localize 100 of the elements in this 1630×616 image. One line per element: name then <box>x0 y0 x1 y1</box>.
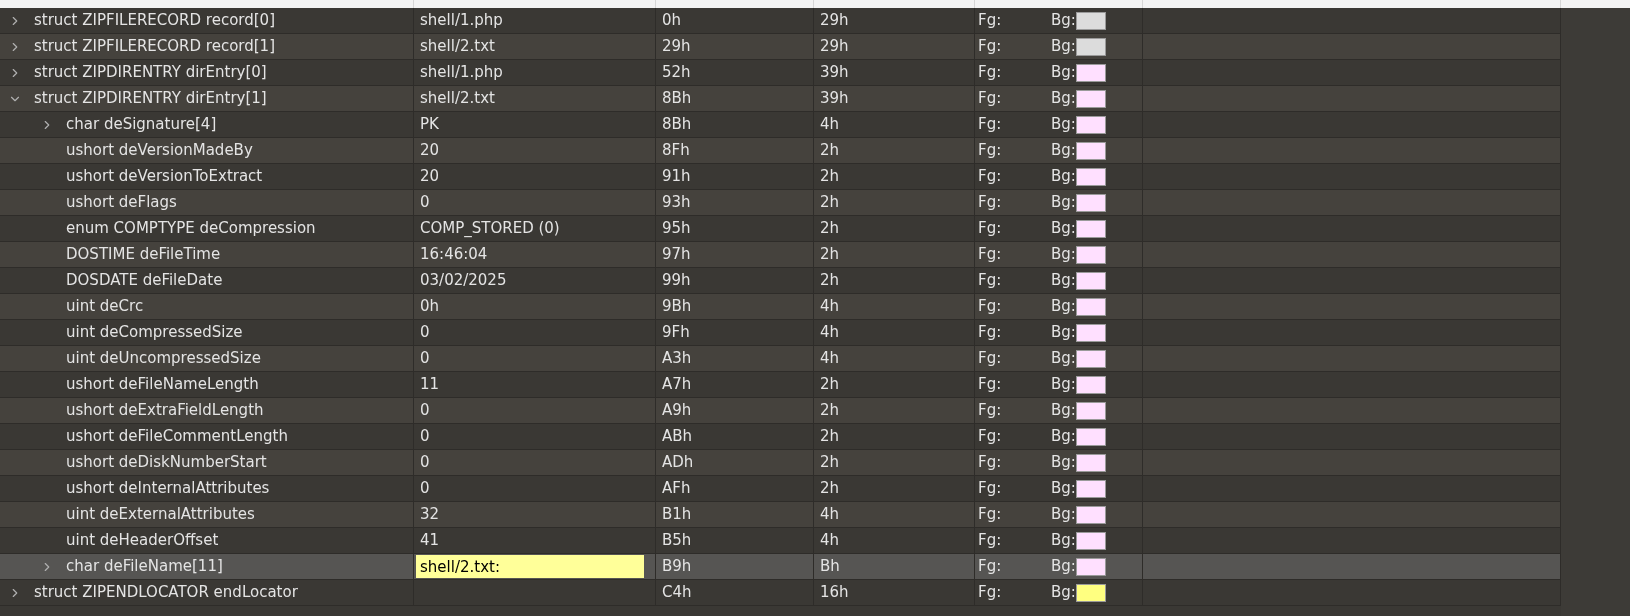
color-swatch[interactable] <box>1075 427 1106 446</box>
start-offset: 52h <box>661 62 691 83</box>
field-value: 0 <box>419 452 430 473</box>
color-swatch[interactable] <box>1075 141 1106 160</box>
color-swatch[interactable] <box>1075 479 1106 498</box>
field-value: shell/2.txt <box>419 36 495 57</box>
field-name: ushort deVersionMadeBy <box>65 140 253 161</box>
field-size: 4h <box>819 114 840 135</box>
field-value: 41 <box>419 530 440 551</box>
field-size: 29h <box>819 36 849 57</box>
field-size: 2h <box>819 270 840 291</box>
color-swatch[interactable] <box>1075 219 1106 238</box>
start-offset: 9Bh <box>661 296 692 317</box>
start-offset: A7h <box>661 374 692 395</box>
field-name: ushort deDiskNumberStart <box>65 452 267 473</box>
color-swatch[interactable] <box>1075 375 1106 394</box>
field-value: 0 <box>419 192 430 213</box>
color-swatch[interactable] <box>1075 271 1106 290</box>
start-offset: 95h <box>661 218 691 239</box>
tree-row[interactable]: ushort deVersionToExtract 20 91h 2h Fg: Bg: <box>0 164 1561 190</box>
color-swatch[interactable] <box>1075 323 1106 342</box>
tree-row[interactable]: uint deExternalAttributes 32 B1h 4h Fg: Bg: <box>0 502 1561 528</box>
fg-label: Fg: <box>977 530 1003 551</box>
field-size: 29h <box>819 10 849 31</box>
color-swatch[interactable] <box>1075 193 1106 212</box>
start-offset: 8Bh <box>661 88 692 109</box>
color-swatch[interactable] <box>1075 63 1106 82</box>
color-swatch[interactable] <box>1075 531 1106 550</box>
tree-row[interactable]: char deFileName[11] shell/2.txt: B9h Bh Fg: Bg: <box>0 554 1561 580</box>
value-input-field[interactable]: shell/2.txt: <box>416 555 644 578</box>
color-swatch[interactable] <box>1075 297 1106 316</box>
field-size: 16h <box>819 582 849 603</box>
color-swatch[interactable] <box>1075 557 1106 576</box>
field-value: 0 <box>419 348 430 369</box>
tree-row[interactable]: DOSDATE deFileDate 03/02/2025 99h 2h Fg: Bg: <box>0 268 1561 294</box>
color-swatch[interactable] <box>1075 115 1106 134</box>
fg-label: Fg: <box>977 374 1003 395</box>
field-value: COMP_STORED (0) <box>419 218 560 239</box>
tree-row[interactable]: ushort deFileCommentLength 0 ABh 2h Fg: Bg: <box>0 424 1561 450</box>
color-swatch[interactable] <box>1075 245 1106 264</box>
field-size: 2h <box>819 452 840 473</box>
field-value: 32 <box>419 504 440 525</box>
start-offset: ADh <box>661 452 694 473</box>
tree-row[interactable]: enum COMPTYPE deCompression COMP_STORED (0) 95h 2h Fg: Bg: <box>0 216 1561 242</box>
field-size: 2h <box>819 166 840 187</box>
start-offset: B9h <box>661 556 692 577</box>
tree-row[interactable]: uint deHeaderOffset 41 B5h 4h Fg: Bg: <box>0 528 1561 554</box>
tree-row[interactable]: uint deCompressedSize 0 9Fh 4h Fg: Bg: <box>0 320 1561 346</box>
bg-label: Bg: <box>1050 478 1076 499</box>
tree-row[interactable]: ushort deExtraFieldLength 0 A9h 2h Fg: Bg: <box>0 398 1561 424</box>
color-swatch[interactable] <box>1075 349 1106 368</box>
fg-label: Fg: <box>977 348 1003 369</box>
color-swatch[interactable] <box>1075 37 1106 56</box>
color-swatch[interactable] <box>1075 167 1106 186</box>
color-swatch[interactable] <box>1075 11 1106 30</box>
field-name: struct ZIPFILERECORD record[0] <box>33 10 275 31</box>
field-size: 4h <box>819 530 840 551</box>
field-name: ushort deExtraFieldLength <box>65 400 264 421</box>
tree-row[interactable]: uint deUncompressedSize 0 A3h 4h Fg: Bg: <box>0 346 1561 372</box>
color-swatch[interactable] <box>1075 583 1106 602</box>
bg-label: Bg: <box>1050 244 1076 265</box>
start-offset: A3h <box>661 348 692 369</box>
tree-row[interactable]: struct ZIPDIRENTRY dirEntry[0] shell/1.php 52h 39h Fg: Bg: <box>0 60 1561 86</box>
field-size: 4h <box>819 348 840 369</box>
tree-row[interactable]: ushort deDiskNumberStart 0 ADh 2h Fg: Bg: <box>0 450 1561 476</box>
tree-row[interactable]: struct ZIPDIRENTRY dirEntry[1] shell/2.txt 8Bh 39h Fg: Bg: <box>0 86 1561 112</box>
fg-label: Fg: <box>977 244 1003 265</box>
color-swatch[interactable] <box>1075 401 1106 420</box>
tree-row[interactable]: ushort deFileNameLength 11 A7h 2h Fg: Bg: <box>0 372 1561 398</box>
fg-label: Fg: <box>977 452 1003 473</box>
color-swatch[interactable] <box>1075 89 1106 108</box>
field-size: 4h <box>819 296 840 317</box>
start-offset: 99h <box>661 270 691 291</box>
fg-label: Fg: <box>977 88 1003 109</box>
field-name: enum COMPTYPE deCompression <box>65 218 316 239</box>
tree-row[interactable]: struct ZIPENDLOCATOR endLocator C4h 16h Fg: Bg: <box>0 580 1561 606</box>
field-size: Bh <box>819 556 840 577</box>
tree-row[interactable]: uint deCrc 0h 9Bh 4h Fg: Bg: <box>0 294 1561 320</box>
field-size: 2h <box>819 374 840 395</box>
field-name: struct ZIPDIRENTRY dirEntry[0] <box>33 62 267 83</box>
start-offset: 0h <box>661 10 682 31</box>
fg-label: Fg: <box>977 400 1003 421</box>
field-value: 0 <box>419 400 430 421</box>
field-name: uint deCompressedSize <box>65 322 243 343</box>
field-size: 2h <box>819 244 840 265</box>
tree-row[interactable]: struct ZIPFILERECORD record[0] shell/1.php 0h 29h Fg: Bg: <box>0 8 1561 34</box>
tree-row[interactable]: char deSignature[4] PK 8Bh 4h Fg: Bg: <box>0 112 1561 138</box>
color-swatch[interactable] <box>1075 505 1106 524</box>
tree-row[interactable]: DOSTIME deFileTime 16:46:04 97h 2h Fg: Bg: <box>0 242 1561 268</box>
color-swatch[interactable] <box>1075 453 1106 472</box>
field-name: struct ZIPFILERECORD record[1] <box>33 36 275 57</box>
tree-row[interactable]: struct ZIPFILERECORD record[1] shell/2.txt 29h 29h Fg: Bg: <box>0 34 1561 60</box>
tree-row[interactable]: ushort deInternalAttributes 0 AFh 2h Fg: Bg: <box>0 476 1561 502</box>
bg-label: Bg: <box>1050 556 1076 577</box>
bg-label: Bg: <box>1050 218 1076 239</box>
tree-row[interactable]: ushort deFlags 0 93h 2h Fg: Bg: <box>0 190 1561 216</box>
field-size: 2h <box>819 218 840 239</box>
bg-label: Bg: <box>1050 400 1076 421</box>
tree-row[interactable]: ushort deVersionMadeBy 20 8Fh 2h Fg: Bg: <box>0 138 1561 164</box>
field-value: 0 <box>419 426 430 447</box>
